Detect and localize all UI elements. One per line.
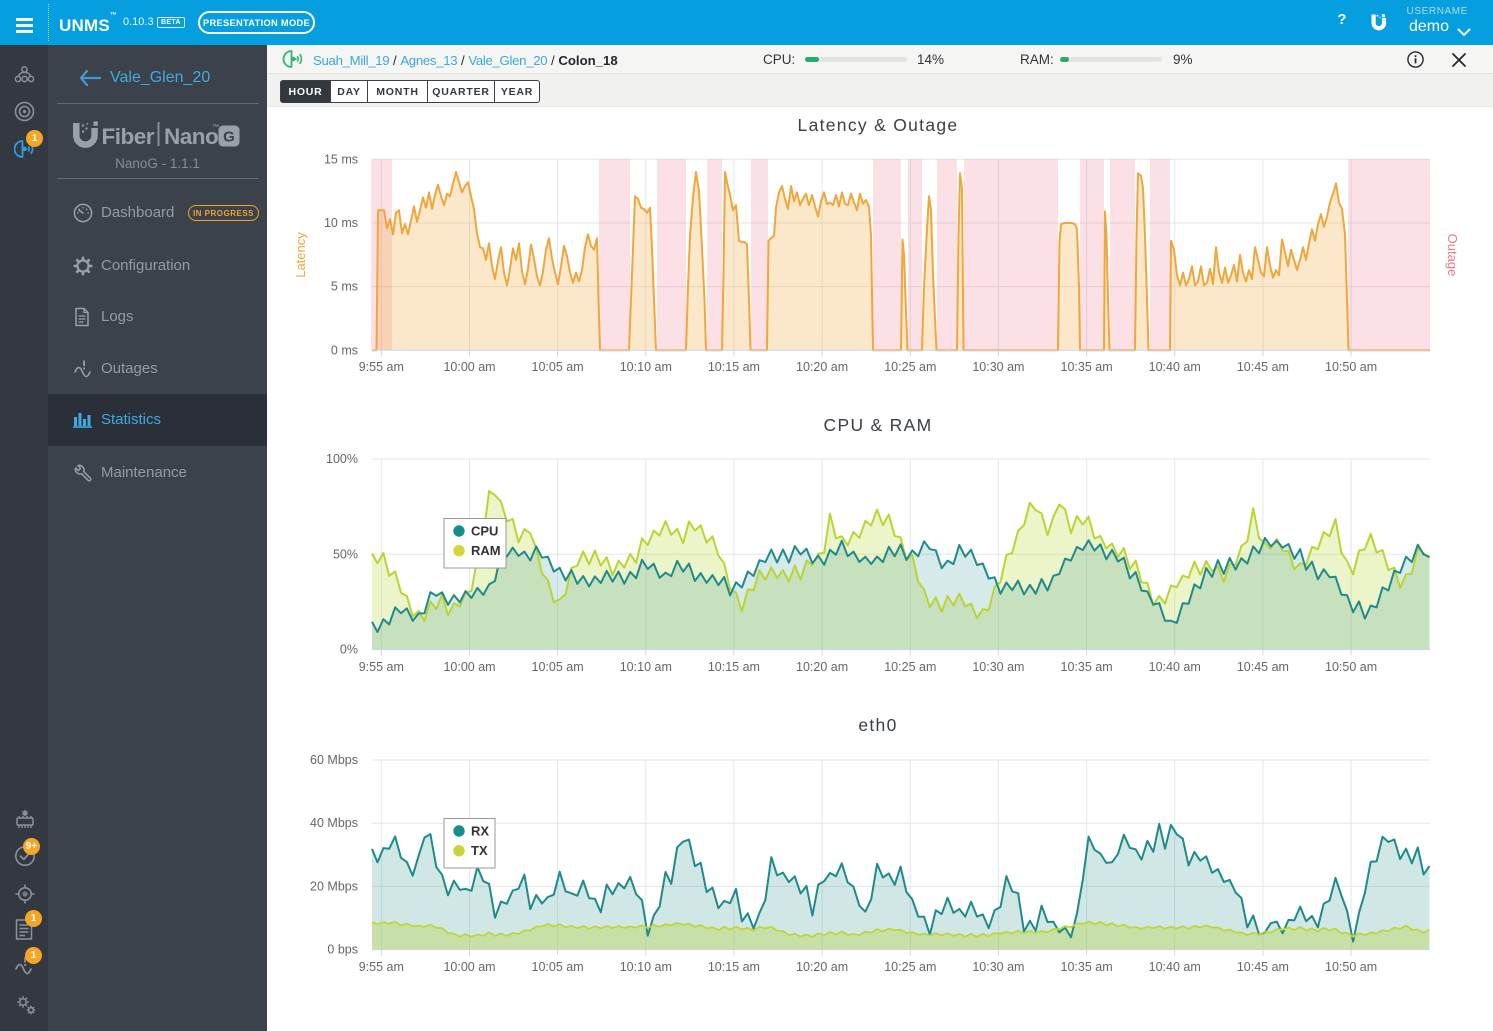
svg-text:10:00 am: 10:00 am xyxy=(443,960,495,974)
svg-text:Nano: Nano xyxy=(164,124,218,149)
svg-text:9:55 am: 9:55 am xyxy=(359,660,404,674)
svg-text:0%: 0% xyxy=(340,643,358,657)
svg-text:9:55 am: 9:55 am xyxy=(359,360,404,374)
svg-text:10:30 am: 10:30 am xyxy=(972,960,1024,974)
svg-text:Latency: Latency xyxy=(293,232,308,278)
svg-text:10:20 am: 10:20 am xyxy=(796,360,848,374)
svg-text:Outage: Outage xyxy=(1445,234,1460,277)
svg-text:10:50 am: 10:50 am xyxy=(1325,960,1377,974)
svg-text:10:10 am: 10:10 am xyxy=(620,960,672,974)
svg-text:10:45 am: 10:45 am xyxy=(1237,660,1289,674)
svg-text:CPU & RAM: CPU & RAM xyxy=(824,415,933,435)
svg-text:5 ms: 5 ms xyxy=(331,280,358,294)
svg-text:10:45 am: 10:45 am xyxy=(1237,360,1289,374)
svg-text:10:25 am: 10:25 am xyxy=(884,660,936,674)
svg-text:RAM: RAM xyxy=(471,543,501,558)
svg-text:10:40 am: 10:40 am xyxy=(1149,960,1201,974)
svg-text:10:35 am: 10:35 am xyxy=(1061,360,1113,374)
svg-text:10:15 am: 10:15 am xyxy=(708,660,760,674)
svg-text:10:50 am: 10:50 am xyxy=(1325,360,1377,374)
svg-text:Latency & Outage: Latency & Outage xyxy=(798,115,959,135)
svg-text:10:35 am: 10:35 am xyxy=(1061,660,1113,674)
svg-text:9:55 am: 9:55 am xyxy=(359,960,404,974)
svg-text:10:00 am: 10:00 am xyxy=(443,660,495,674)
svg-text:eth0: eth0 xyxy=(858,715,897,735)
svg-text:CPU: CPU xyxy=(471,524,498,539)
svg-text:10 ms: 10 ms xyxy=(324,216,358,230)
svg-text:60 Mbps: 60 Mbps xyxy=(310,753,358,767)
svg-text:0 bps: 0 bps xyxy=(327,943,358,957)
svg-text:10:40 am: 10:40 am xyxy=(1149,360,1201,374)
svg-text:15 ms: 15 ms xyxy=(324,152,358,166)
svg-text:10:30 am: 10:30 am xyxy=(972,360,1024,374)
svg-text:10:50 am: 10:50 am xyxy=(1325,660,1377,674)
svg-text:10:40 am: 10:40 am xyxy=(1149,660,1201,674)
svg-text:10:10 am: 10:10 am xyxy=(620,660,672,674)
svg-text:10:20 am: 10:20 am xyxy=(796,960,848,974)
svg-text:40 Mbps: 40 Mbps xyxy=(310,816,358,830)
svg-text:10:25 am: 10:25 am xyxy=(884,360,936,374)
svg-text:10:35 am: 10:35 am xyxy=(1061,960,1113,974)
svg-text:10:05 am: 10:05 am xyxy=(532,360,584,374)
svg-text:10:15 am: 10:15 am xyxy=(708,360,760,374)
svg-text:10:20 am: 10:20 am xyxy=(796,660,848,674)
svg-text:10:25 am: 10:25 am xyxy=(884,960,936,974)
svg-text:™: ™ xyxy=(212,124,219,131)
svg-text:TX: TX xyxy=(471,843,488,858)
svg-text:10:30 am: 10:30 am xyxy=(972,660,1024,674)
svg-text:20 Mbps: 20 Mbps xyxy=(310,879,358,893)
svg-text:G: G xyxy=(223,129,235,146)
svg-text:10:05 am: 10:05 am xyxy=(532,660,584,674)
svg-text:0 ms: 0 ms xyxy=(331,343,358,357)
svg-text:Fiber: Fiber xyxy=(101,124,154,149)
svg-text:10:10 am: 10:10 am xyxy=(620,360,672,374)
svg-text:10:45 am: 10:45 am xyxy=(1237,960,1289,974)
svg-text:10:05 am: 10:05 am xyxy=(532,960,584,974)
svg-text:10:00 am: 10:00 am xyxy=(443,360,495,374)
svg-text:100%: 100% xyxy=(326,452,358,466)
svg-text:RX: RX xyxy=(471,824,489,839)
svg-text:50%: 50% xyxy=(333,547,358,561)
svg-text:10:15 am: 10:15 am xyxy=(708,960,760,974)
